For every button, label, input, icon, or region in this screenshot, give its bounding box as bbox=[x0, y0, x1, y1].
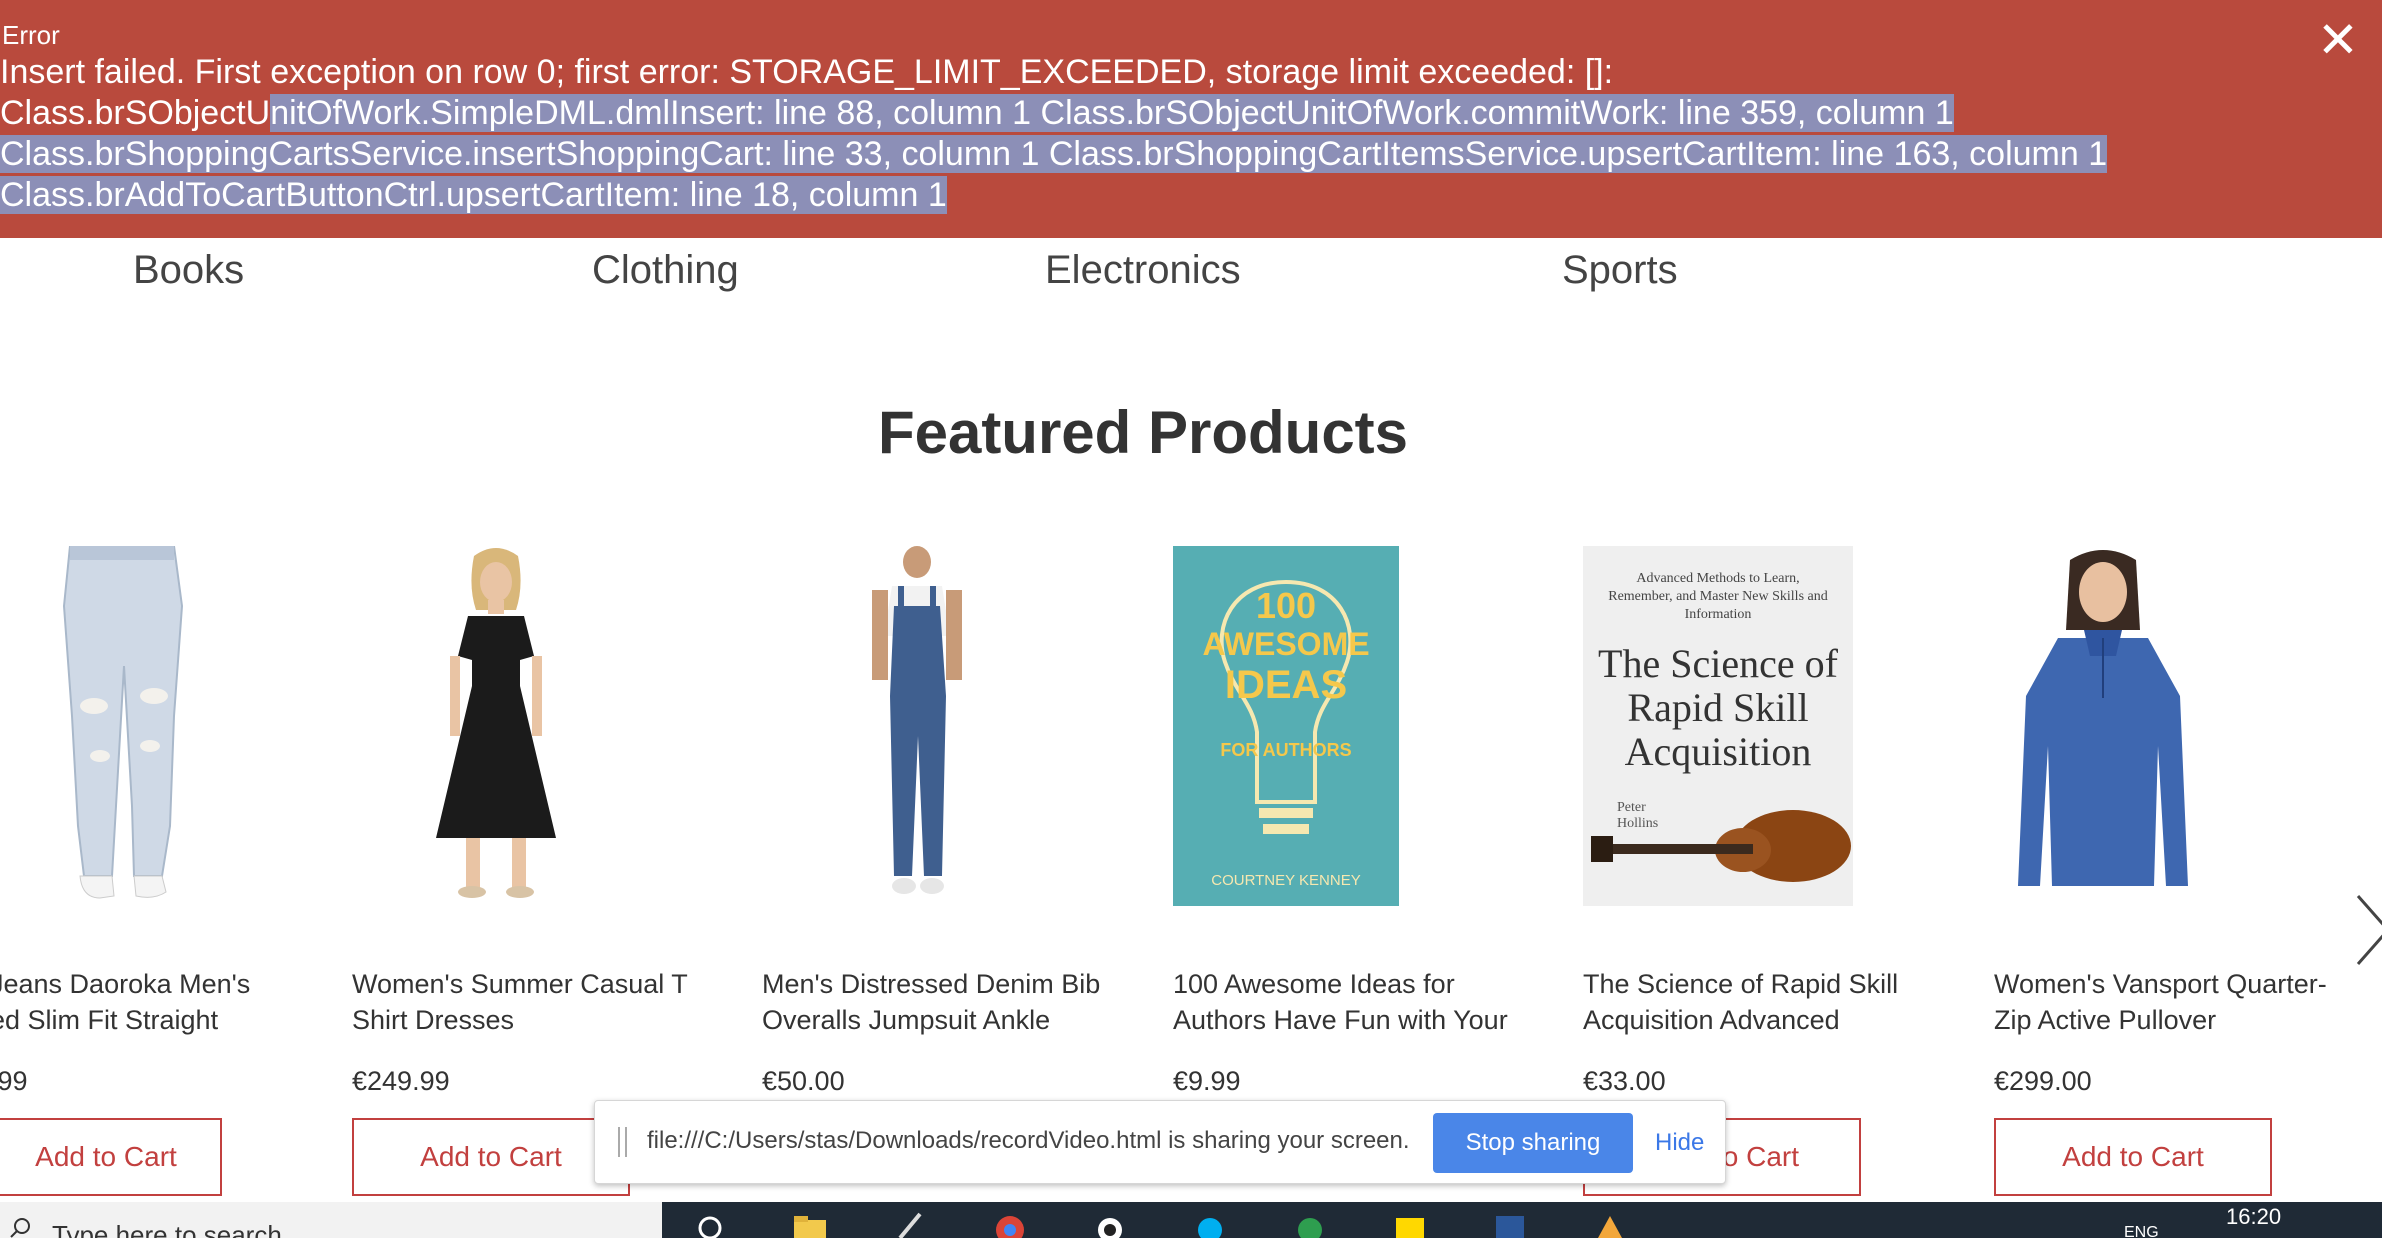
product-price: €9.99 bbox=[1173, 1066, 1241, 1096]
screen-share-bar: file:///C:/Users/stas/Downloads/recordVi… bbox=[594, 1100, 1726, 1184]
pen-icon[interactable] bbox=[890, 1212, 930, 1238]
product-name: Men's Distressed Denim Bib Overalls Jump… bbox=[762, 966, 1132, 1038]
product-name-line: ed Slim Fit Straight bbox=[0, 1005, 219, 1035]
product-name-line: Women's Summer Casual T bbox=[352, 969, 688, 999]
add-to-cart-button[interactable]: Add to Cart bbox=[0, 1118, 222, 1196]
product-image-overalls[interactable] bbox=[862, 546, 972, 906]
product-name-line: Men's Distressed Denim Bib bbox=[762, 969, 1101, 999]
drag-handle-icon[interactable] bbox=[617, 1127, 629, 1157]
category-books[interactable]: Books bbox=[133, 248, 244, 293]
product-card: Women's Vansport Quarter- Zip Active Pul… bbox=[1994, 540, 2374, 1238]
book-cover-line: FOR AUTHORS bbox=[1220, 740, 1352, 760]
product-name: Jeans Daoroka Men's ed Slim Fit Straight bbox=[0, 966, 360, 1038]
file-explorer-icon[interactable] bbox=[790, 1212, 830, 1238]
error-line-4-selected: Class.brAddToCartButtonCtrl.upsertCartIt… bbox=[0, 176, 947, 214]
skype-icon[interactable] bbox=[1190, 1212, 1230, 1238]
product-image-book-100-ideas[interactable]: 100 AWESOME IDEAS FOR AUTHORS COURTNEY K… bbox=[1173, 546, 1399, 906]
taskbar-search[interactable]: Type here to search bbox=[0, 1202, 662, 1238]
product-name: Women's Vansport Quarter- Zip Active Pul… bbox=[1994, 966, 2364, 1038]
book-author: COURTNEY KENNEY bbox=[1211, 872, 1361, 889]
error-line-2-selected: nitOfWork.SimpleDML.dmlInsert: line 88, … bbox=[270, 94, 1954, 132]
product-price: .99 bbox=[0, 1066, 28, 1096]
product-name-line: Shirt Dresses bbox=[352, 1005, 515, 1035]
taskbar-search-placeholder: Type here to search bbox=[52, 1220, 282, 1238]
add-to-cart-button[interactable]: Add to Cart bbox=[1994, 1118, 2272, 1196]
product-name-line: Overalls Jumpsuit Ankle bbox=[762, 1005, 1051, 1035]
task-view-icon[interactable] bbox=[690, 1212, 730, 1238]
app-icon[interactable] bbox=[1290, 1212, 1330, 1238]
error-line-4: Class.brAddToCartButtonCtrl.upsertCartIt… bbox=[0, 175, 2270, 216]
category-nav: Books Clothing Electronics Sports bbox=[0, 238, 2382, 308]
sticky-notes-icon[interactable] bbox=[1390, 1212, 1430, 1238]
book-cover-line: IDEAS bbox=[1224, 663, 1348, 707]
product-price: €299.00 bbox=[1994, 1066, 2092, 1096]
error-title: Error bbox=[2, 20, 60, 50]
chrome-icon[interactable] bbox=[990, 1212, 1030, 1238]
language-indicator[interactable]: ENG bbox=[2124, 1224, 2159, 1238]
error-line-2: Class.brSObjectUnitOfWork.SimpleDML.dmlI… bbox=[0, 93, 2270, 134]
product-name-line: Women's Vansport Quarter- bbox=[1994, 969, 2327, 999]
stop-sharing-button[interactable]: Stop sharing bbox=[1433, 1113, 1633, 1173]
product-price: €50.00 bbox=[762, 1066, 845, 1096]
book-cover-line: 100 bbox=[1255, 585, 1317, 626]
product-image-book-rapid-skill[interactable]: Advanced Methods to Learn, Remember, and… bbox=[1583, 546, 1853, 906]
product-price: €33.00 bbox=[1583, 1066, 1666, 1096]
product-name-line: Zip Active Pullover bbox=[1994, 1005, 2217, 1035]
word-icon[interactable] bbox=[1490, 1212, 1530, 1238]
sharing-message: file:///C:/Users/stas/Downloads/recordVi… bbox=[647, 1127, 1410, 1154]
error-line-3-selected: Class.brShoppingCartsService.insertShopp… bbox=[0, 135, 2108, 173]
taskbar: Type here to search ENG 16:20 bbox=[0, 1202, 2382, 1238]
error-message: Insert failed. First exception on row 0;… bbox=[0, 52, 2270, 216]
product-name: Women's Summer Casual T Shirt Dresses bbox=[352, 966, 722, 1038]
book-cover-line: AWESOME bbox=[1202, 626, 1370, 662]
category-clothing[interactable]: Clothing bbox=[592, 248, 739, 293]
product-image-dress[interactable] bbox=[416, 546, 576, 906]
error-toast: Error Insert failed. First exception on … bbox=[0, 0, 2382, 238]
product-card: Jeans Daoroka Men's ed Slim Fit Straight… bbox=[0, 540, 370, 1238]
carousel-next-icon[interactable] bbox=[2354, 890, 2382, 970]
product-name-line: Acquisition Advanced bbox=[1583, 1005, 1840, 1035]
error-line-2-start: Class.brSObjectU bbox=[0, 94, 271, 132]
product-name: The Science of Rapid Skill Acquisition A… bbox=[1583, 966, 1953, 1038]
product-name-line: Authors Have Fun with Your bbox=[1173, 1005, 1508, 1035]
product-name: 100 Awesome Ideas for Authors Have Fun w… bbox=[1173, 966, 1543, 1038]
product-price: €249.99 bbox=[352, 1066, 450, 1096]
product-image-jeans[interactable] bbox=[42, 546, 192, 906]
app-icon[interactable] bbox=[1090, 1212, 1130, 1238]
category-sports[interactable]: Sports bbox=[1562, 248, 1678, 293]
taskbar-clock[interactable]: 16:20 bbox=[2226, 1204, 2281, 1230]
add-to-cart-button[interactable]: Add to Cart bbox=[352, 1118, 630, 1196]
product-name-line: 100 Awesome Ideas for bbox=[1173, 969, 1455, 999]
category-electronics[interactable]: Electronics bbox=[1045, 248, 1241, 293]
product-name-line: The Science of Rapid Skill bbox=[1583, 969, 1899, 999]
error-line-1: Insert failed. First exception on row 0;… bbox=[0, 53, 1614, 91]
error-line-3: Class.brShoppingCartsService.insertShopp… bbox=[0, 134, 2270, 175]
product-image-pullover[interactable] bbox=[2008, 546, 2198, 906]
close-icon[interactable]: ✕ bbox=[2314, 15, 2362, 65]
featured-products-title: Featured Products bbox=[877, 399, 1409, 466]
product-name-line: Jeans Daoroka Men's bbox=[0, 969, 251, 999]
app-icon[interactable] bbox=[1590, 1212, 1630, 1238]
search-icon bbox=[10, 1218, 30, 1238]
hide-button[interactable]: Hide bbox=[1655, 1113, 1704, 1173]
